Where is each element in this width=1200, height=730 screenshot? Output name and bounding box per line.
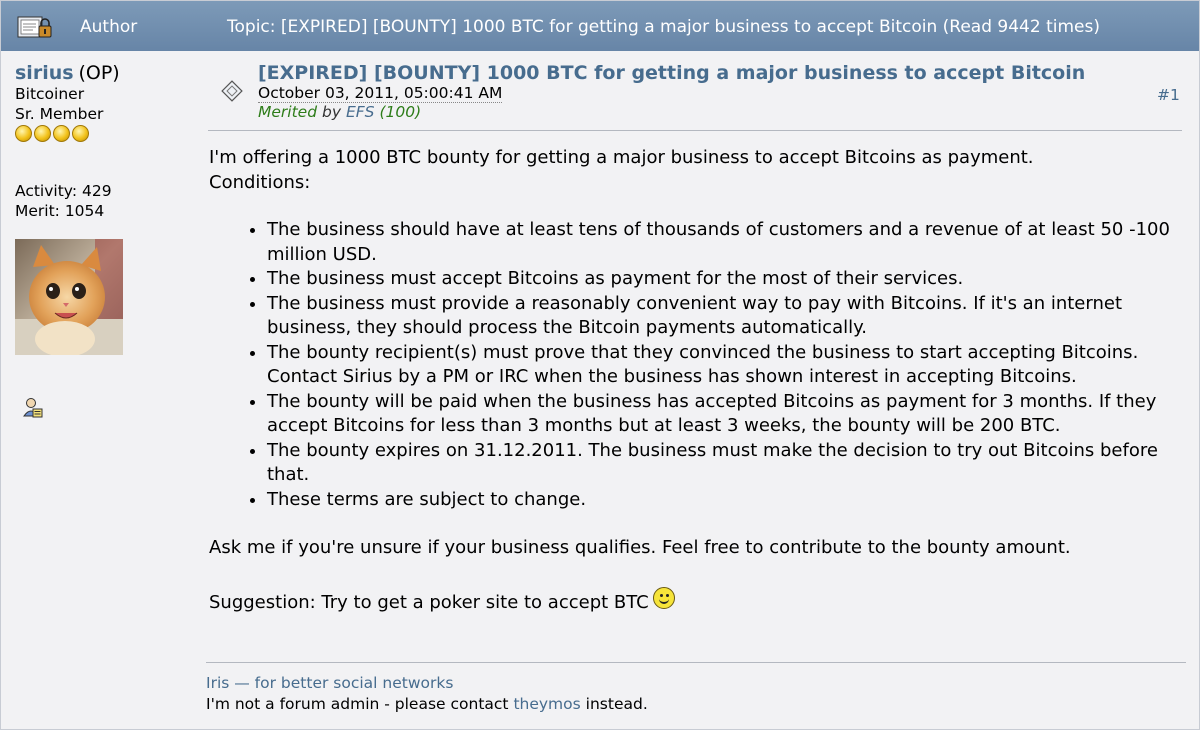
- post-date: October 03, 2011, 05:00:41 AM: [258, 84, 503, 103]
- signature-text-suffix: instead.: [585, 695, 648, 713]
- merited-user-link[interactable]: EFS: [346, 103, 375, 121]
- conditions-label: Conditions:: [209, 171, 311, 193]
- signature-divider: [206, 662, 1186, 663]
- profile-icon[interactable]: [23, 397, 43, 423]
- star-icon: [53, 125, 70, 142]
- post-icon: [220, 79, 246, 109]
- post-subject-link[interactable]: [EXPIRED] [BOUNTY] 1000 BTC for getting …: [258, 62, 1085, 84]
- conditions-list: The business should have at least tens o…: [209, 218, 1184, 512]
- smiley-icon: [652, 586, 675, 609]
- list-item: These terms are subject to change.: [267, 488, 1184, 513]
- signature-link[interactable]: Iris — for better social networks: [206, 674, 453, 692]
- rank-title: Bitcoiner: [15, 85, 85, 103]
- star-icon: [72, 125, 89, 142]
- merited-by: by: [321, 103, 341, 121]
- author-column-label: Author: [80, 17, 138, 37]
- list-item: The bounty expires on 31.12.2011. The bu…: [267, 439, 1184, 488]
- theymos-link[interactable]: theymos: [513, 695, 580, 713]
- member-rank: Sr. Member: [15, 105, 104, 123]
- poster-info: sirius (OP) Bitcoiner Sr. Member: [15, 63, 185, 124]
- list-item: The bounty recipient(s) must prove that …: [267, 341, 1184, 390]
- list-item: The bounty will be paid when the busines…: [267, 390, 1184, 439]
- avatar: [15, 239, 123, 357]
- poster-stats: Activity: 429 Merit: 1054: [15, 181, 112, 221]
- topic-title: Topic: [EXPIRED] [BOUNTY] 1000 BTC for g…: [227, 17, 1100, 37]
- ask-line: Ask me if you're unsure if your business…: [209, 537, 1071, 558]
- rank-stars: [15, 125, 91, 146]
- merited-amount: (100): [379, 103, 422, 121]
- lock-icon: [17, 14, 53, 45]
- topic-header-bar: Author Topic: [EXPIRED] [BOUNTY] 1000 BT…: [1, 1, 1199, 51]
- merited-label: Merited: [258, 103, 318, 121]
- post-header-divider: [208, 130, 1182, 131]
- merit-count: Merit: 1054: [15, 202, 105, 220]
- suggestion-line: Suggestion: Try to get a poker site to a…: [209, 586, 1184, 616]
- list-item: The business should have at least tens o…: [267, 218, 1184, 267]
- signature-text: I'm not a forum admin - please contact: [206, 695, 509, 713]
- intro-line: I'm offering a 1000 BTC bounty for getti…: [209, 147, 1034, 168]
- list-item: The business must accept Bitcoins as pay…: [267, 267, 1184, 292]
- merited-line: Merited by EFS (100): [258, 103, 421, 121]
- post-body: I'm offering a 1000 BTC bounty for getti…: [209, 146, 1184, 615]
- op-tag: (OP): [78, 62, 120, 84]
- list-item: The business must provide a reasonably c…: [267, 292, 1184, 341]
- star-icon: [34, 125, 51, 142]
- signature: Iris — for better social networks I'm no…: [206, 673, 648, 715]
- star-icon: [15, 125, 32, 142]
- activity-count: Activity: 429: [15, 182, 112, 200]
- forum-post-frame: Author Topic: [EXPIRED] [BOUNTY] 1000 BT…: [0, 0, 1200, 730]
- post-number-link[interactable]: #1: [1157, 86, 1180, 104]
- suggestion-text: Suggestion: Try to get a poker site to a…: [209, 591, 649, 613]
- username-link[interactable]: sirius: [15, 62, 74, 84]
